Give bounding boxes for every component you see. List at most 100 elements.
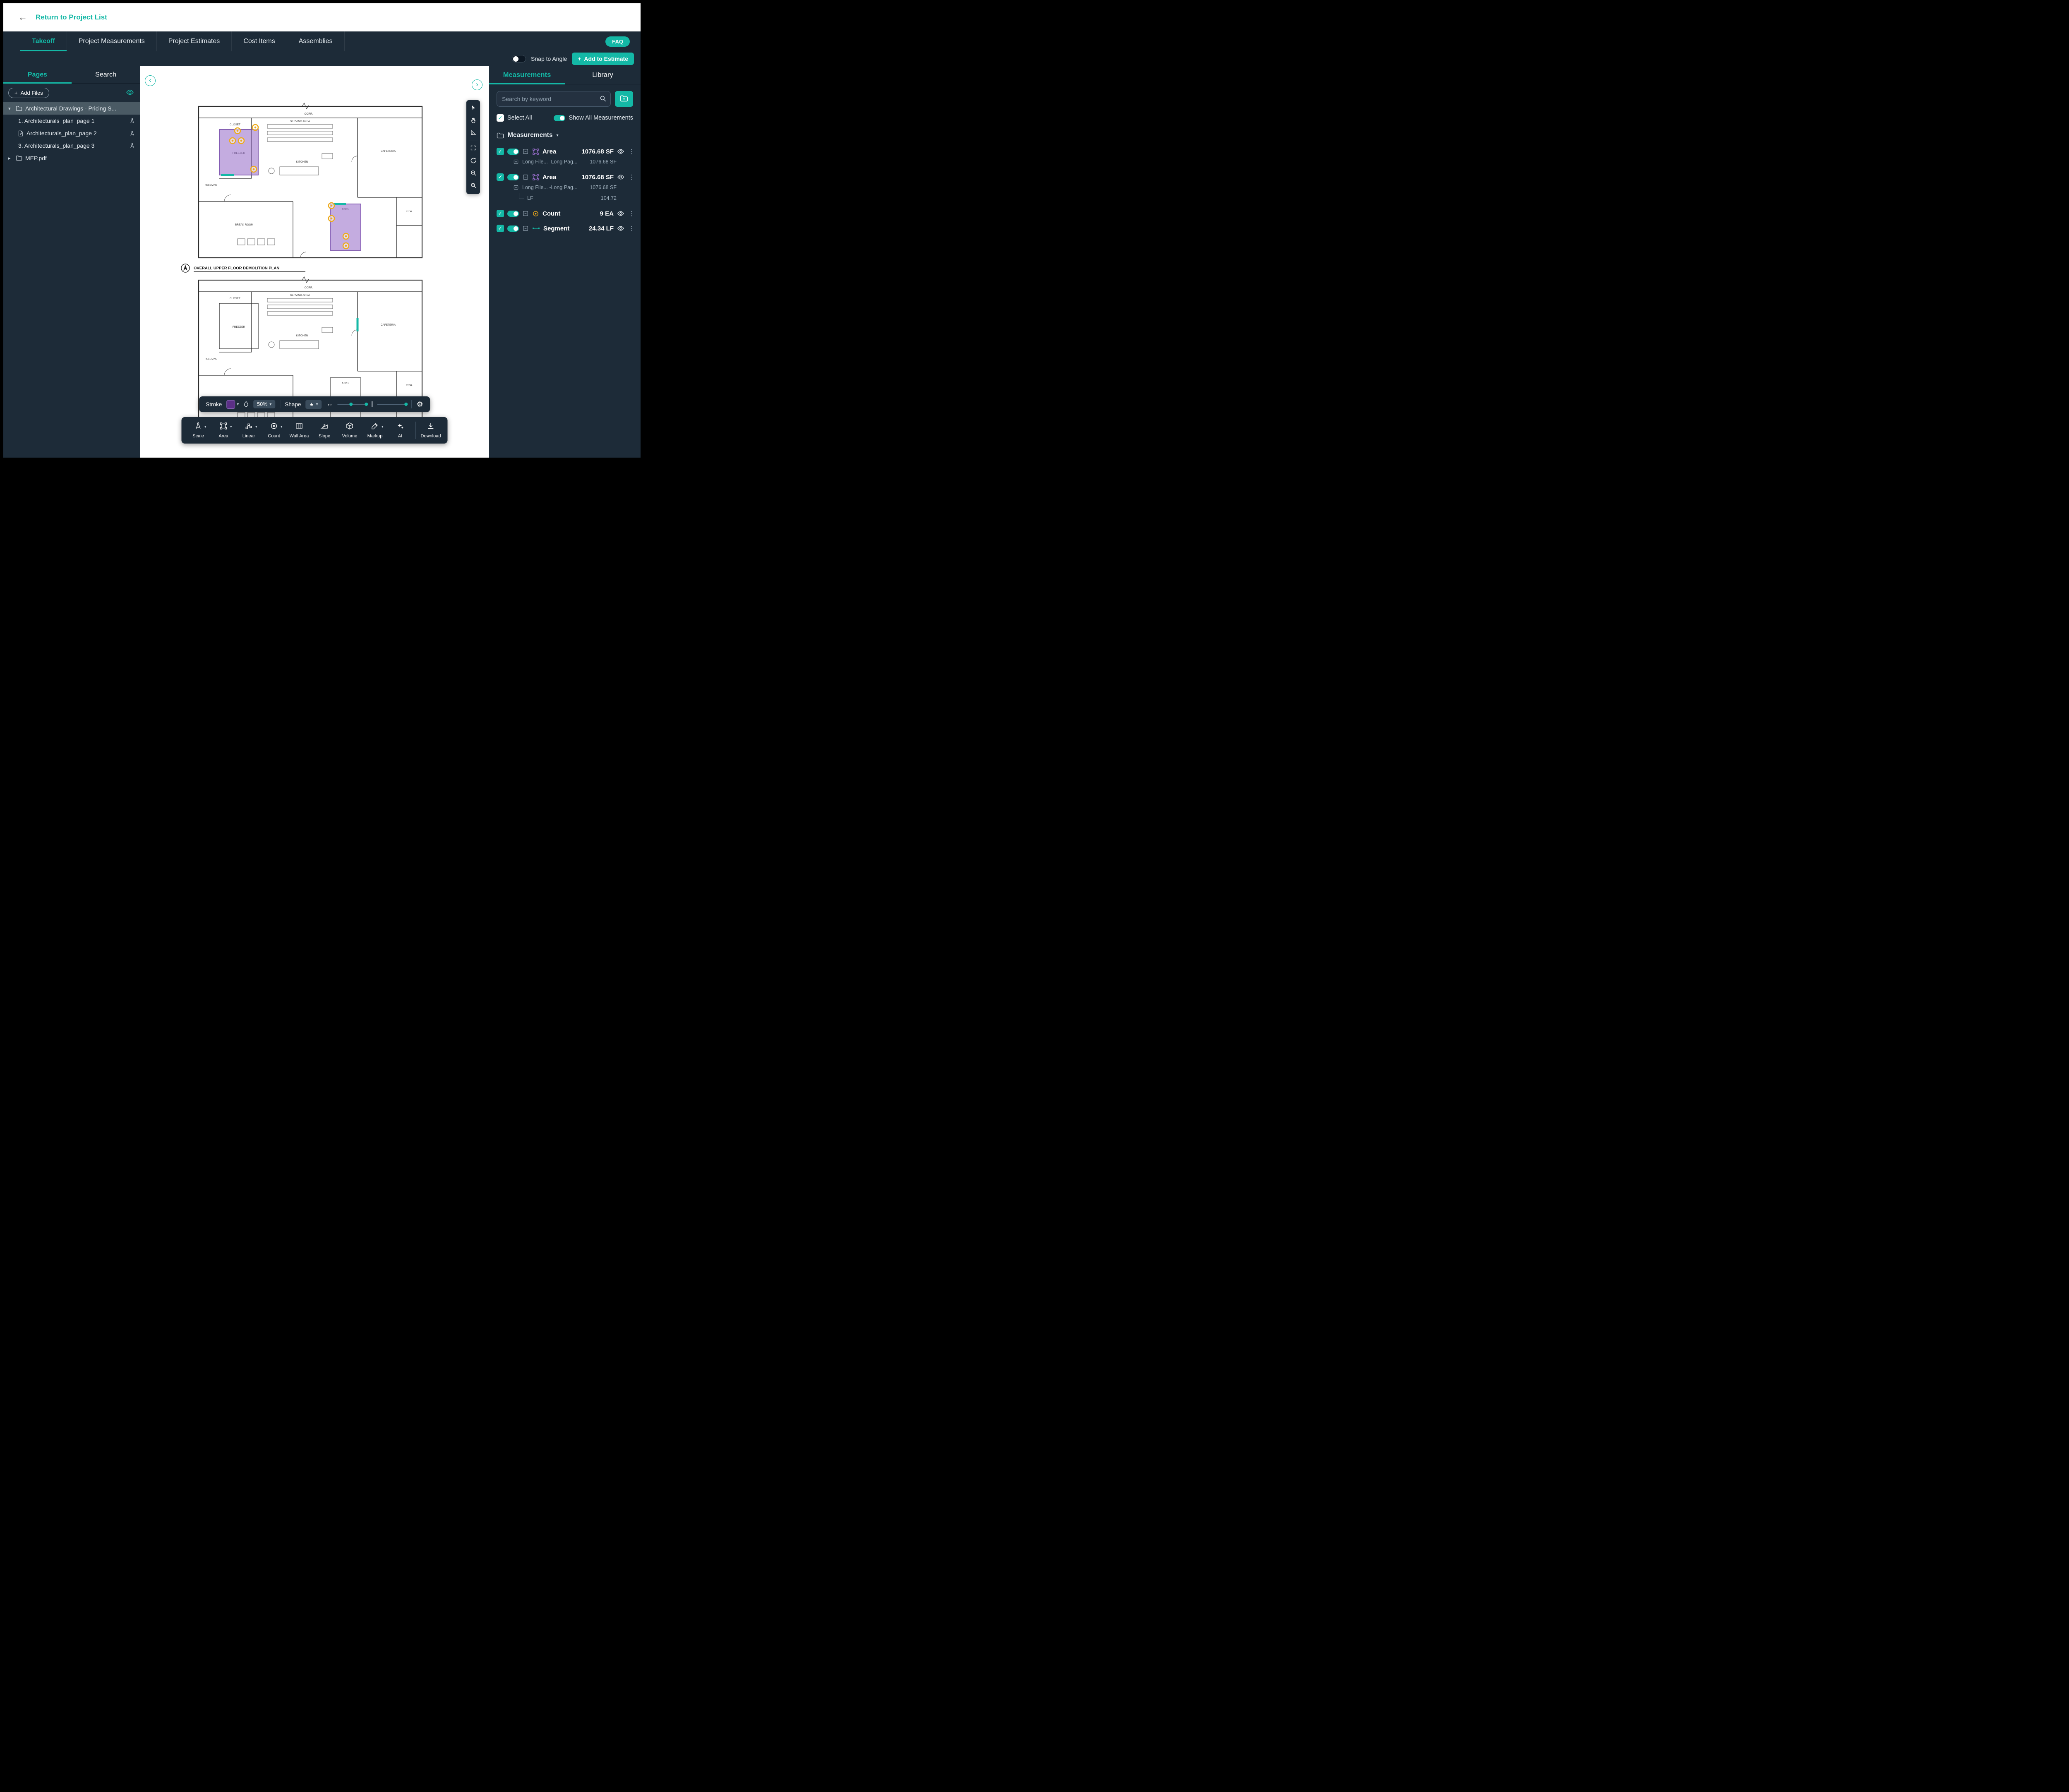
slider-thumb[interactable] — [405, 403, 408, 406]
angle-tool-button[interactable] — [466, 127, 480, 139]
tab-takeoff[interactable]: Takeoff — [20, 31, 67, 51]
tool-scale[interactable]: ▾ Scale — [186, 417, 211, 444]
stroke-color-picker[interactable]: ▾ — [226, 400, 239, 409]
kebab-menu-icon[interactable]: ⋮ — [628, 210, 636, 217]
kebab-menu-icon[interactable]: ⋮ — [628, 148, 636, 155]
add-files-button[interactable]: + Add Files — [8, 88, 49, 98]
tab-library[interactable]: Library — [565, 66, 641, 84]
count-marker[interactable] — [343, 233, 349, 239]
zoom-out-button[interactable] — [466, 180, 480, 192]
back-arrow-icon[interactable]: ← — [18, 13, 27, 22]
tab-project-estimates[interactable]: Project Estimates — [157, 31, 232, 51]
stroke-width-slider[interactable] — [338, 404, 367, 405]
row-checkbox[interactable]: ✓ — [497, 148, 504, 155]
tree-page-2[interactable]: Architecturals_plan_page 2 — [3, 127, 140, 139]
tool-wall-area[interactable]: Wall Area — [287, 417, 312, 444]
color-swatch[interactable] — [226, 400, 235, 409]
tool-ai[interactable]: AI — [388, 417, 413, 444]
search-input[interactable] — [497, 91, 611, 107]
tab-search[interactable]: Search — [72, 66, 140, 83]
new-folder-button[interactable] — [615, 91, 633, 107]
measurement-subchild-row[interactable]: LF 104.72 — [489, 195, 641, 206]
count-marker[interactable] — [329, 216, 334, 221]
measurement-row-segment[interactable]: ✓ Segment 24.34 LF ⋮ — [489, 221, 641, 236]
select-tool-button[interactable] — [466, 102, 480, 115]
collapse-icon[interactable] — [513, 185, 519, 190]
faq-button[interactable]: FAQ — [605, 36, 630, 47]
snap-to-angle-toggle[interactable] — [512, 55, 526, 62]
row-checkbox[interactable]: ✓ — [497, 173, 504, 181]
kebab-menu-icon[interactable]: ⋮ — [628, 225, 636, 232]
count-marker[interactable] — [230, 138, 235, 144]
tree-page-1[interactable]: 1. Architecturals_plan_page 1 — [3, 115, 140, 127]
show-all-measurements-toggle[interactable] — [554, 115, 565, 121]
tab-cost-items[interactable]: Cost Items — [232, 31, 287, 51]
slider-end-dot[interactable] — [365, 403, 368, 406]
kebab-menu-icon[interactable]: ⋮ — [628, 173, 636, 181]
count-marker[interactable] — [343, 243, 349, 249]
tool-slope[interactable]: Slope — [312, 417, 337, 444]
collapse-icon[interactable] — [522, 174, 529, 180]
tree-folder-architectural-drawings[interactable]: ▾ Architectural Drawings - Pricing S... — [3, 102, 140, 115]
eye-icon[interactable] — [617, 210, 624, 217]
select-all-checkbox[interactable]: ✓ — [497, 114, 504, 122]
tool-linear[interactable]: ▾ Linear — [236, 417, 262, 444]
pan-tool-button[interactable] — [466, 115, 480, 127]
drawing-canvas[interactable]: CORR. CLOSET FREEZER SERVING AREA CAFETE… — [140, 66, 489, 458]
tool-download[interactable]: Download — [418, 417, 444, 444]
measurement-child-row[interactable]: Long File... -Long Pag... 1076.68 SF — [489, 185, 641, 195]
tab-project-measurements[interactable]: Project Measurements — [67, 31, 157, 51]
tree-folder-mep[interactable]: ▸ MEP.pdf — [3, 152, 140, 164]
toggle-page-visibility-button[interactable] — [125, 87, 135, 98]
add-to-estimate-label: Add to Estimate — [584, 55, 628, 62]
count-marker[interactable] — [329, 203, 334, 209]
row-visibility-toggle[interactable] — [507, 211, 519, 217]
row-visibility-toggle[interactable] — [507, 149, 519, 155]
secondary-slider[interactable] — [377, 404, 407, 405]
measurement-row-count[interactable]: ✓ Count 9 EA ⋮ — [489, 206, 641, 221]
rotate-button[interactable] — [466, 155, 480, 167]
count-marker[interactable] — [252, 125, 258, 130]
fill-droplet-icon[interactable] — [243, 401, 249, 408]
row-checkbox[interactable]: ✓ — [497, 225, 504, 232]
plan-sheet-1[interactable] — [199, 103, 422, 258]
tab-assemblies[interactable]: Assemblies — [287, 31, 345, 51]
tool-area[interactable]: ▾ Area — [211, 417, 236, 444]
measurement-child-row[interactable]: Long File... -Long Pag... 1076.68 SF — [489, 159, 641, 170]
tab-measurements[interactable]: Measurements — [489, 66, 565, 84]
row-visibility-toggle[interactable] — [507, 174, 519, 180]
add-to-estimate-button[interactable]: + Add to Estimate — [572, 53, 634, 65]
row-visibility-toggle[interactable] — [507, 225, 519, 232]
measurement-row-area-2[interactable]: ✓ Area 1076.68 SF ⋮ — [489, 170, 641, 185]
zoom-in-button[interactable] — [466, 167, 480, 180]
tool-markup[interactable]: ▾ Markup — [362, 417, 388, 444]
line-ends-icon[interactable]: ↔ — [326, 401, 333, 408]
previous-page-button[interactable]: ‹ — [145, 75, 156, 86]
measurement-row-area-1[interactable]: ✓ Area 1076.68 SF ⋮ — [489, 144, 641, 159]
expand-icon[interactable] — [513, 159, 519, 165]
count-marker[interactable] — [251, 166, 257, 172]
fullscreen-button[interactable] — [466, 142, 480, 155]
slider-thumb[interactable] — [349, 403, 353, 406]
opacity-select[interactable]: 50% ▾ — [253, 400, 275, 408]
caret-down-icon[interactable]: ▾ — [8, 106, 13, 111]
settings-gear-button[interactable]: ⚙ — [417, 400, 423, 409]
row-checkbox[interactable]: ✓ — [497, 210, 504, 217]
measurements-group-row[interactable]: Measurements ▾ — [489, 127, 641, 144]
collapse-icon[interactable] — [522, 225, 529, 232]
count-marker[interactable] — [235, 128, 240, 134]
caret-right-icon[interactable]: ▸ — [8, 156, 13, 161]
tab-pages[interactable]: Pages — [3, 66, 72, 83]
next-page-button[interactable]: › — [472, 79, 482, 90]
eye-icon[interactable] — [617, 225, 624, 232]
collapse-icon[interactable] — [522, 148, 529, 155]
tool-count[interactable]: ▾ Count — [262, 417, 287, 444]
tree-page-3[interactable]: 3. Architecturals_plan_page 3 — [3, 139, 140, 152]
tool-volume[interactable]: Volume — [337, 417, 362, 444]
shape-select[interactable]: ★ ▾ — [305, 400, 322, 409]
count-marker[interactable] — [238, 138, 244, 144]
collapse-icon[interactable] — [522, 210, 529, 217]
eye-icon[interactable] — [617, 173, 624, 181]
eye-icon[interactable] — [617, 148, 624, 155]
return-to-project-list-link[interactable]: Return to Project List — [36, 13, 107, 22]
